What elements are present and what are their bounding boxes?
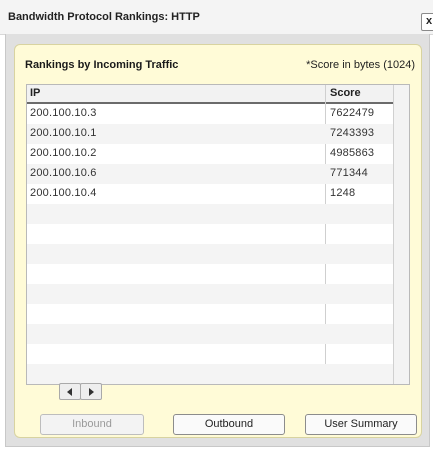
score-cell: 1248 (330, 187, 356, 199)
vertical-scrollbar[interactable] (393, 85, 409, 384)
inbound-button[interactable]: Inbound (40, 414, 144, 435)
table-row[interactable]: 200.100.10.4 1248 (27, 184, 393, 204)
ip-cell: 200.100.10.4 (30, 187, 97, 199)
ip-cell: 200.100.10.6 (30, 167, 97, 179)
title-bar: Bandwidth Protocol Rankings: HTTP x (0, 0, 433, 35)
score-cell: 7622479 (330, 107, 375, 119)
ip-cell: 200.100.10.2 (30, 147, 97, 159)
score-note: *Score in bytes (1024) (306, 59, 415, 71)
ip-cell: 200.100.10.1 (30, 127, 97, 139)
panel-title: Rankings by Incoming Traffic (25, 59, 179, 71)
arrow-left-icon (67, 388, 72, 396)
horizontal-scroll-controls (59, 383, 103, 400)
empty-row (27, 204, 393, 224)
empty-row (27, 324, 393, 344)
empty-row (27, 224, 393, 244)
table-row[interactable]: 200.100.10.1 7243393 (27, 124, 393, 144)
rankings-grid: IP Score 200.100.10.3 7622479 200.100.10… (26, 84, 410, 385)
score-cell: 7243393 (330, 127, 375, 139)
empty-row (27, 344, 393, 364)
table-row[interactable]: 200.100.10.6 771344 (27, 164, 393, 184)
empty-row (27, 264, 393, 284)
empty-row (27, 364, 393, 384)
table-row[interactable]: 200.100.10.3 7622479 (27, 104, 393, 124)
score-cell: 771344 (330, 167, 368, 179)
user-summary-button[interactable]: User Summary (305, 414, 417, 435)
empty-row (27, 284, 393, 304)
empty-row (27, 244, 393, 264)
bandwidth-rankings-dialog: Bandwidth Protocol Rankings: HTTP x Rank… (0, 0, 433, 453)
ip-cell: 200.100.10.3 (30, 107, 97, 119)
close-button[interactable]: x (421, 13, 433, 31)
grid-header: IP Score (27, 85, 393, 104)
scroll-left-button[interactable] (59, 383, 81, 400)
empty-row (27, 304, 393, 324)
scroll-right-button[interactable] (80, 383, 102, 400)
arrow-right-icon (89, 388, 94, 396)
rankings-panel: Rankings by Incoming Traffic *Score in b… (14, 44, 422, 438)
grid-rows: 200.100.10.3 7622479 200.100.10.1 724339… (27, 104, 393, 384)
column-header-ip[interactable]: IP (30, 87, 40, 99)
table-row[interactable]: 200.100.10.2 4985863 (27, 144, 393, 164)
outbound-button[interactable]: Outbound (173, 414, 285, 435)
score-cell: 4985863 (330, 147, 375, 159)
window-title: Bandwidth Protocol Rankings: HTTP (8, 11, 200, 23)
column-header-score[interactable]: Score (330, 87, 361, 99)
